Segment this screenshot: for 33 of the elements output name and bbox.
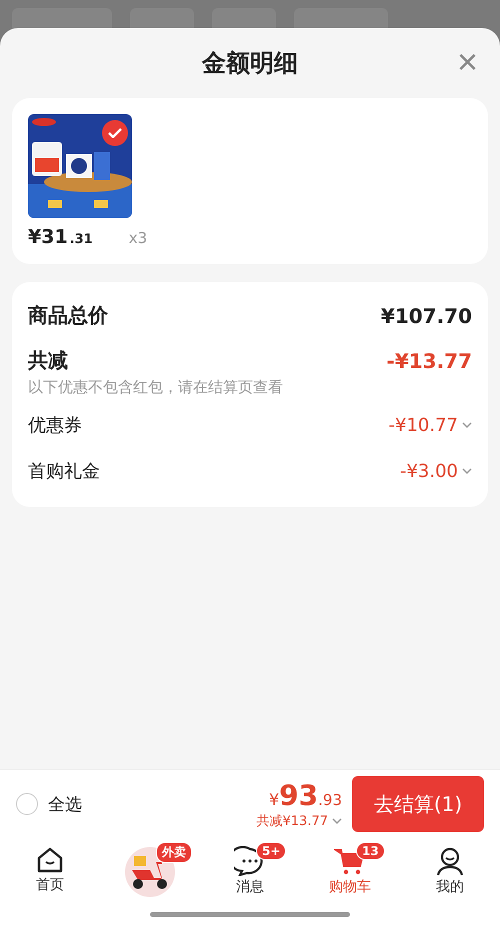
discount-item-value[interactable]: -¥10.77 <box>388 414 458 436</box>
chevron-down-icon <box>462 422 472 428</box>
chevron-down-icon <box>462 468 472 474</box>
count-badge: 5+ <box>256 842 286 860</box>
saved-amount[interactable]: 共减¥13.77 <box>256 812 328 830</box>
price-decimal: .31 <box>70 232 93 247</box>
discount-item-label: 优惠券 <box>28 414 82 437</box>
discount-label: 共减 <box>28 347 68 374</box>
tab-label[interactable]: 我的 <box>436 878 464 896</box>
person-icon <box>435 846 465 876</box>
select-all-radio[interactable] <box>16 793 38 815</box>
currency-sign: ¥ <box>268 790 280 808</box>
sheet-title: 金额明细 <box>202 48 298 79</box>
tab-label[interactable]: 首页 <box>36 876 64 894</box>
close-button[interactable]: × <box>456 46 478 78</box>
total-amount: 93 <box>279 778 318 812</box>
chevron-down-icon <box>332 818 342 824</box>
tab-label[interactable]: 消息 <box>236 878 264 896</box>
count-badge: 13 <box>356 842 385 860</box>
amount-decimal: .93 <box>318 790 342 808</box>
tab-label[interactable]: 购物车 <box>329 878 371 896</box>
quantity: x3 <box>128 229 148 247</box>
discount-item-label: 首购礼金 <box>28 460 100 483</box>
total-value: ¥107.70 <box>380 304 472 328</box>
home-icon <box>35 846 65 874</box>
unit-price: ¥31 <box>28 226 68 248</box>
select-all-label[interactable]: 全选 <box>48 792 82 816</box>
count-badge: 外卖 <box>156 842 192 863</box>
discount-note: 以下优惠不包含红包，请在结算页查看 <box>28 378 284 397</box>
total-label: 商品总价 <box>28 302 108 329</box>
checkout-button[interactable]: 去结算(1) <box>352 776 484 832</box>
discount-item-value[interactable]: -¥3.00 <box>400 460 458 482</box>
discount-value: -¥13.77 <box>386 348 472 372</box>
